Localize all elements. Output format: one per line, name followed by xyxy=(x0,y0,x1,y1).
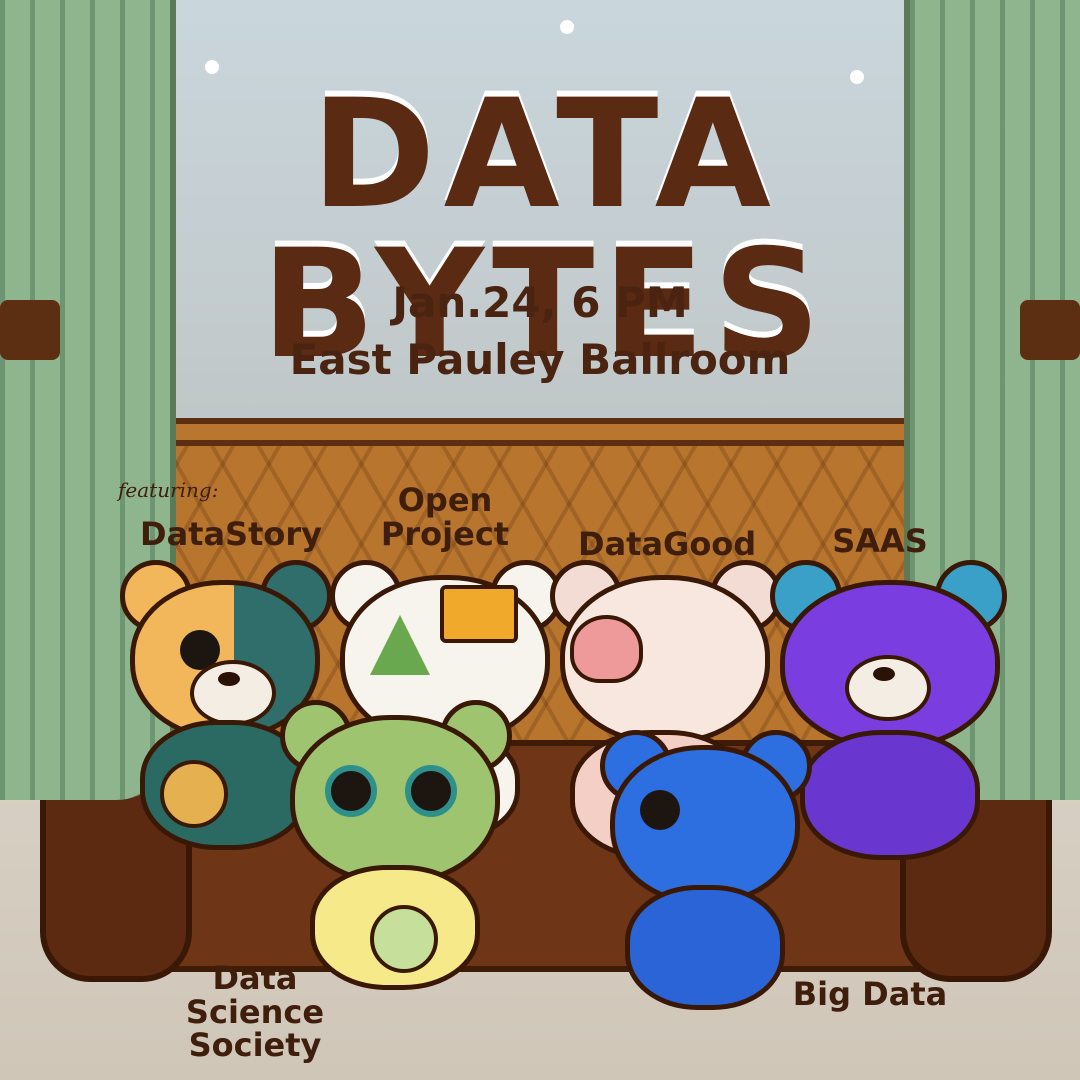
bear-saas xyxy=(770,560,1007,860)
event-date-time: Jan.24, 6 PM xyxy=(392,278,688,327)
snowflake xyxy=(560,20,574,34)
featuring-label: featuring: xyxy=(118,478,219,502)
bear-big-data xyxy=(600,730,812,1010)
snowflake xyxy=(205,60,219,74)
label-datastory: DataStory xyxy=(140,515,323,553)
event-poster: DATA BYTES Jan.24, 6 PM East Pauley Ball… xyxy=(0,0,1080,1080)
bear-data-science-society xyxy=(280,700,512,990)
label-big-data: Big Data xyxy=(792,975,948,1013)
label-saas: SAAS xyxy=(832,522,928,560)
curtain-tie-left xyxy=(0,300,60,360)
event-venue: East Pauley Ballroom xyxy=(289,335,791,384)
label-datagood: DataGood xyxy=(578,525,757,563)
label-open-project: Open Project xyxy=(380,481,510,553)
label-data-science-society: Data Science Society xyxy=(185,959,325,1065)
curtain-tie-right xyxy=(1020,300,1080,360)
